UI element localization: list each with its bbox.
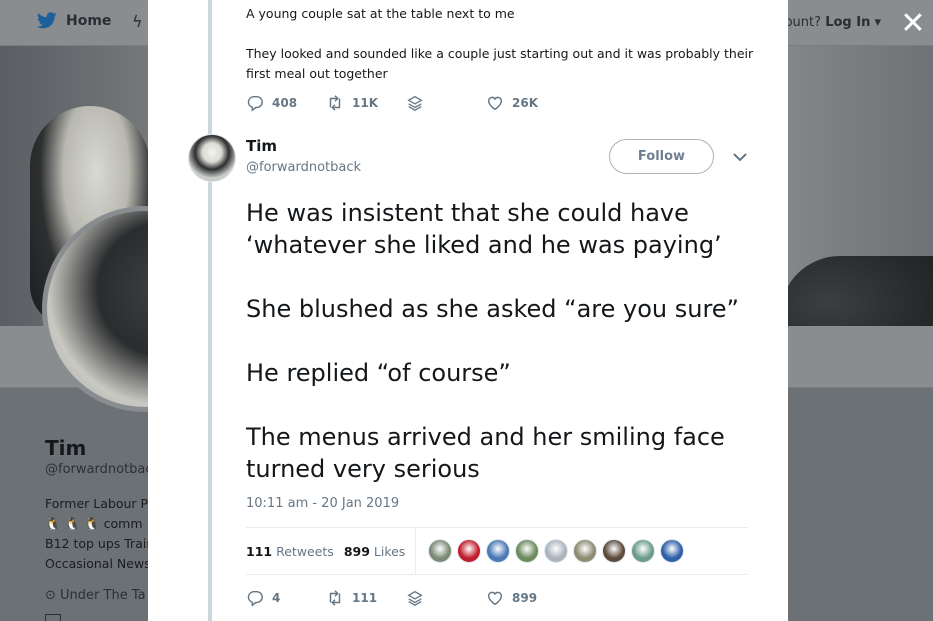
reply-icon <box>247 590 263 607</box>
login-label: Log In <box>825 15 871 30</box>
tweet-stats: 111 Retweets 899 Likes <box>246 527 748 575</box>
liker-avatar[interactable] <box>660 539 685 563</box>
retweet-icon <box>329 95 341 111</box>
calendar-icon <box>45 614 61 621</box>
profile-bio: Former Labour P 🐧 🐧 🐧 comm B12 top ups T… <box>45 494 150 574</box>
reply-count: 4 <box>272 591 281 605</box>
likes-stat[interactable]: 899 Likes <box>344 544 406 559</box>
chevron-down-icon[interactable] <box>731 150 749 164</box>
retweet-button[interactable]: 11K <box>326 94 406 112</box>
reply-count: 408 <box>272 96 298 110</box>
author-handle[interactable]: @forwardnotback <box>246 160 361 175</box>
liker-avatar[interactable] <box>486 539 511 563</box>
tweet-paragraph: The menus arrived and her smiling face t… <box>246 423 725 483</box>
author-name[interactable]: Tim <box>246 137 277 155</box>
reply-button[interactable]: 408 <box>246 94 326 112</box>
profile-location: ⊙ Under The Ta <box>45 588 146 603</box>
profile-handle: @forwardnotbac <box>45 462 153 477</box>
home-nav-label: Home <box>66 13 112 29</box>
bio-line: 🐧 🐧 🐧 comm <box>45 516 143 531</box>
penguin-emoji-icon: 🐧 🐧 🐧 <box>45 516 104 531</box>
like-count: 899 <box>512 591 538 605</box>
like-button[interactable]: 899 <box>486 589 537 607</box>
tweet-paragraph: She blushed as she asked “are you sure” <box>246 295 739 323</box>
liker-avatar[interactable] <box>457 539 482 563</box>
retweets-stat-count: 111 <box>246 543 273 559</box>
close-icon[interactable]: ✕ <box>895 6 931 42</box>
retweet-icon <box>329 590 341 606</box>
previous-tweet-text: A young couple sat at the table next to … <box>246 4 756 104</box>
liker-avatar[interactable] <box>515 539 540 563</box>
tweet-modal: A young couple sat at the table next to … <box>148 0 788 621</box>
stack-icon <box>407 590 423 606</box>
previous-tweet-actions: 408 11K 26K <box>246 94 538 112</box>
tweet-text: He was insistent that she could have ‘wh… <box>246 197 766 517</box>
retweets-stat-label: Retweets <box>276 543 334 559</box>
likers-avatars <box>428 539 685 563</box>
heart-icon <box>487 591 503 606</box>
bird-icon <box>36 12 57 29</box>
reply-icon <box>247 95 263 112</box>
moments-icon[interactable]: ϟ <box>132 12 143 31</box>
liker-avatar[interactable] <box>544 539 569 563</box>
profile-name: Tim <box>45 436 87 460</box>
retweet-button[interactable]: 111 <box>326 589 406 607</box>
heart-icon <box>487 96 503 111</box>
stack-icon <box>407 95 423 111</box>
tweet-paragraph: He was insistent that she could have ‘wh… <box>246 199 722 259</box>
liker-avatar[interactable] <box>428 539 453 563</box>
tweet-timestamp[interactable]: 10:11 am - 20 Jan 2019 <box>246 496 399 511</box>
bio-line: Former Labour P <box>45 496 149 511</box>
retweet-count: 11K <box>352 96 378 110</box>
like-button[interactable]: 26K <box>486 94 538 112</box>
author-avatar[interactable] <box>188 134 236 182</box>
liker-avatar[interactable] <box>602 539 627 563</box>
follow-button[interactable]: Follow <box>609 139 714 174</box>
share-button[interactable] <box>406 589 486 607</box>
caret-down-icon: ▾ <box>874 15 881 30</box>
location-pin-icon: ⊙ <box>45 588 61 603</box>
likes-stat-label: Likes <box>373 543 406 559</box>
share-button[interactable] <box>406 94 486 112</box>
bio-line: Occasional News <box>45 556 150 571</box>
previous-tweet-paragraph: A young couple sat at the table next to … <box>246 6 515 21</box>
stats-divider <box>415 527 417 575</box>
likes-stat-count: 899 <box>343 543 370 559</box>
liker-avatar[interactable] <box>573 539 598 563</box>
retweets-stat[interactable]: 111 Retweets <box>246 544 334 559</box>
reply-button[interactable]: 4 <box>246 589 326 607</box>
bio-line: B12 top ups Trair <box>45 536 150 551</box>
tweet-paragraph: He replied “of course” <box>246 359 511 387</box>
like-count: 26K <box>512 96 538 110</box>
home-nav-item[interactable]: Home <box>36 12 111 30</box>
previous-tweet-paragraph: They looked and sounded like a couple ju… <box>246 46 754 81</box>
liker-avatar[interactable] <box>631 539 656 563</box>
tweet-actions: 4 111 899 <box>246 589 537 607</box>
thread-connector-line <box>208 0 212 621</box>
retweet-count: 111 <box>352 591 378 605</box>
